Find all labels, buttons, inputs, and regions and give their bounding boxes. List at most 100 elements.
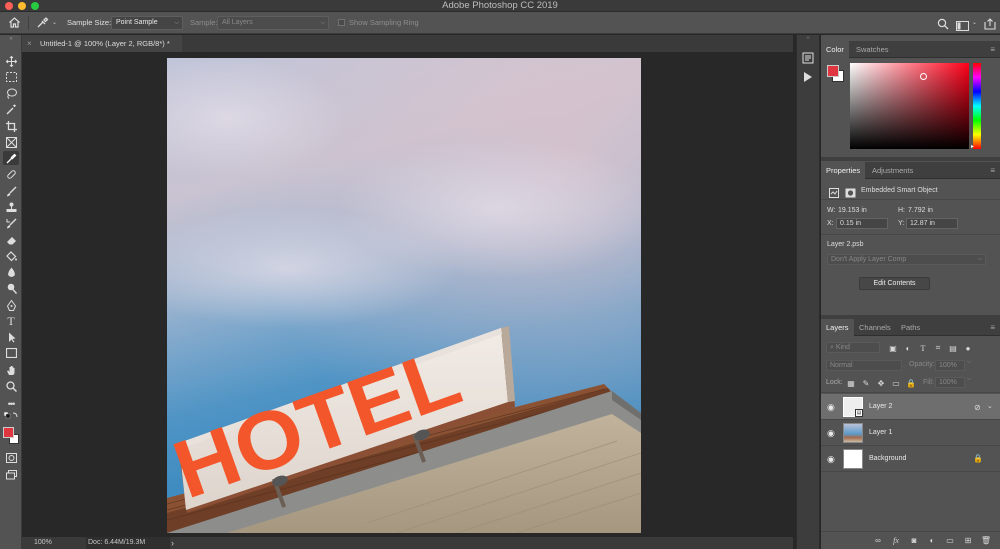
actions-panel-icon[interactable] [803,69,813,87]
tab-layers[interactable]: Layers [821,319,854,336]
rectangle-tool-icon[interactable] [3,346,19,360]
sample-select[interactable]: All Layers ⌵ [217,16,329,30]
workspace-dropdown-icon[interactable]: ⌄ [972,12,977,34]
eraser-tool-icon[interactable] [3,233,19,247]
opacity-dropdown-icon[interactable]: ⌵ [967,359,972,366]
new-group-icon[interactable]: ▭ [944,535,956,547]
fill-dropdown-icon[interactable]: ⌵ [967,376,972,383]
tab-adjustments[interactable]: Adjustments [867,162,918,179]
dodge-tool-icon[interactable] [3,281,19,295]
hue-slider-handle[interactable]: ▸ [971,143,974,150]
delete-layer-icon[interactable]: 🗑 [980,535,992,547]
history-panel-icon[interactable] [802,51,814,69]
healing-brush-tool-icon[interactable] [3,167,19,181]
panel-foreground-swatch[interactable] [827,65,839,77]
tab-channels[interactable]: Channels [854,319,896,336]
tab-color[interactable]: Color [821,41,849,58]
add-mask-icon[interactable]: ◙ [908,535,920,547]
eyedropper-tool-icon[interactable] [3,151,19,165]
frame-tool-icon[interactable] [3,135,19,149]
tab-properties[interactable]: Properties [821,162,866,179]
share-icon[interactable] [984,17,996,35]
more-tools-icon[interactable]: ••• [3,397,19,411]
adjustment-layer-icon[interactable]: ◐ [926,535,938,547]
h-value[interactable]: 7.792 in [908,207,933,214]
layer-comp-select[interactable]: Don't Apply Layer Comp ⌵ [827,254,986,265]
layer-row-layer-2[interactable]: ◉ ▤ Layer 2 ⊘ ⌄ [821,394,1000,420]
document-tab[interactable]: × Untitled-1 @ 100% (Layer 2, RGB/8*) * [22,35,182,52]
type-filter-icon[interactable]: T [917,342,929,354]
lasso-tool-icon[interactable] [3,86,19,100]
layer-row-layer-1[interactable]: ◉ Layer 1 [821,420,1000,446]
new-layer-icon[interactable]: ⊞ [962,535,974,547]
layer-name[interactable]: Background [869,446,906,472]
pixel-filter-icon[interactable]: ▣ [887,342,899,354]
chevron-down-icon[interactable]: ⌄ [987,402,993,410]
lock-position-icon[interactable]: ✥ [875,377,887,389]
layer-row-background[interactable]: ◉ Background 🔒 [821,446,1000,472]
crop-tool-icon[interactable] [3,119,19,133]
filter-toggle-icon[interactable]: ● [962,342,974,354]
marquee-tool-icon[interactable] [3,70,19,84]
layer-name[interactable]: Layer 1 [869,420,892,446]
edit-contents-button[interactable]: Edit Contents [859,277,930,290]
zoom-tool-icon[interactable] [3,379,19,393]
path-selection-tool-icon[interactable] [3,330,19,344]
dock-collapse-icon[interactable]: ‹‹ [797,35,819,41]
move-tool-icon[interactable] [3,54,19,68]
search-icon[interactable] [937,17,949,35]
lock-all-icon[interactable]: 🔒 [905,377,917,389]
lock-artboard-icon[interactable]: ▭ [890,377,902,389]
color-picker-cursor[interactable] [920,73,927,80]
fx-icon[interactable]: fx [890,535,902,547]
opacity-input[interactable]: 100% [935,360,965,371]
clone-stamp-tool-icon[interactable] [3,200,19,214]
close-tab-icon[interactable]: × [27,35,32,52]
document-canvas[interactable]: HOTEL [167,58,641,533]
layer-style-icon[interactable]: ⊘ [974,403,981,412]
lock-icon[interactable]: 🔒 [973,454,983,463]
fill-input[interactable]: 100% [935,377,965,388]
brush-tool-icon[interactable] [3,184,19,198]
x-input[interactable]: 0.15 in [836,218,888,229]
quick-mask-icon[interactable] [3,451,19,465]
swap-colors-icon[interactable] [3,411,19,421]
preset-dropdown-icon[interactable]: ⌄ [52,12,57,34]
tab-swatches[interactable]: Swatches [851,41,894,58]
y-input[interactable]: 12.87 in [906,218,958,229]
pen-tool-icon[interactable] [3,298,19,312]
color-swatches[interactable] [3,427,23,445]
layer-filter-select[interactable]: ⌕ Kind [826,342,880,353]
color-picker-field[interactable] [850,63,969,149]
panel-menu-icon[interactable]: ≡ [990,319,995,336]
shape-filter-icon[interactable]: ⌗ [932,342,944,354]
status-arrow-icon[interactable]: › [171,537,174,549]
magic-wand-tool-icon[interactable] [3,102,19,116]
eyedropper-preset-icon[interactable] [36,16,50,34]
toolbar-collapse-icon[interactable]: » [3,36,19,42]
workspace-icon[interactable] [956,18,969,36]
lock-pixels-icon[interactable]: ✎ [860,377,872,389]
foreground-color-swatch[interactable] [3,427,14,438]
type-tool-icon[interactable]: T [3,314,19,328]
lock-transparency-icon[interactable]: ▦ [845,377,857,389]
visibility-eye-icon[interactable]: ◉ [827,402,835,413]
visibility-eye-icon[interactable]: ◉ [827,428,835,439]
blend-mode-select[interactable]: Normal [826,360,902,371]
blur-tool-icon[interactable] [3,265,19,279]
home-icon[interactable] [8,16,21,34]
panel-menu-icon[interactable]: ≡ [990,41,995,58]
paint-bucket-tool-icon[interactable] [3,249,19,263]
visibility-eye-icon[interactable]: ◉ [827,454,835,465]
link-layers-icon[interactable]: ∞ [872,535,884,547]
w-value[interactable]: 19.153 in [838,207,867,214]
tab-paths[interactable]: Paths [896,319,925,336]
zoom-level[interactable]: 100% [34,537,52,549]
layer-name[interactable]: Layer 2 [869,394,892,420]
screen-mode-icon[interactable] [3,468,19,482]
mask-icon[interactable] [845,185,856,203]
smart-object-filter-icon[interactable]: ▤ [947,342,959,354]
sample-size-select[interactable]: Point Sample ⌵ [111,16,183,30]
adjustment-filter-icon[interactable]: ◐ [902,342,914,354]
hue-slider[interactable] [973,63,981,149]
